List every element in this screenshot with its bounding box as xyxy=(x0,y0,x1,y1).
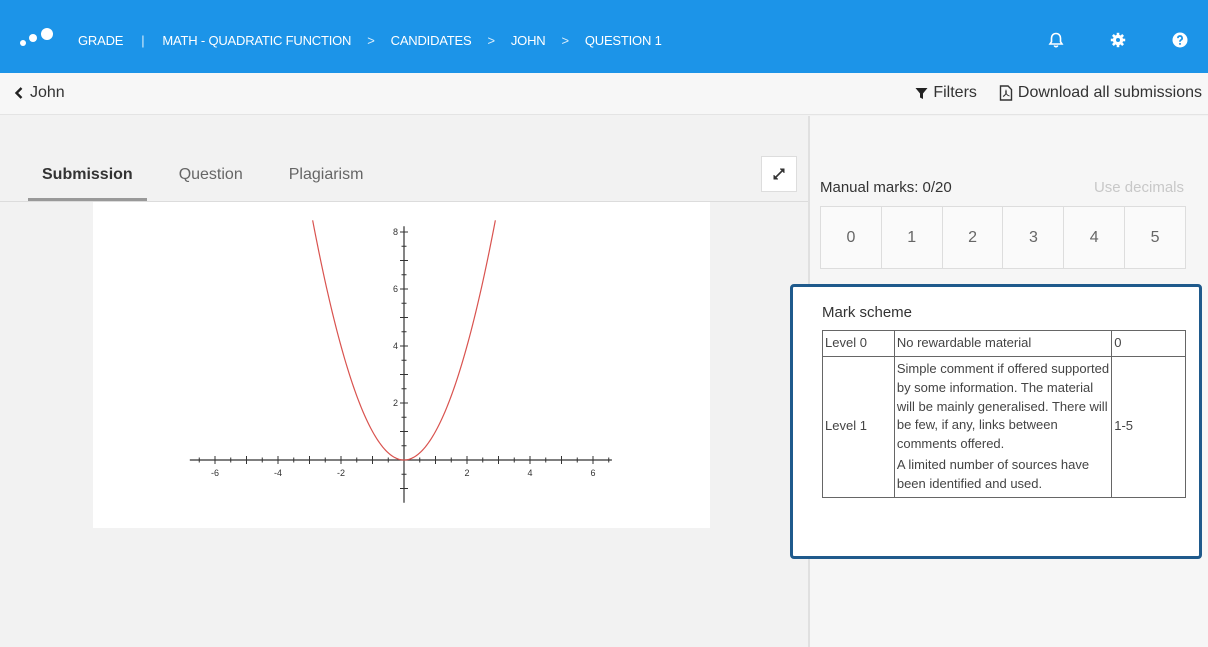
app-logo[interactable] xyxy=(20,28,54,48)
x-tick-label: -2 xyxy=(337,468,345,478)
breadcrumb-chevron-icon: > xyxy=(561,33,569,48)
tab-plagiarism[interactable]: Plagiarism xyxy=(275,160,378,201)
breadcrumb: GRADE | MATH - QUADRATIC FUNCTION > CAND… xyxy=(78,33,662,48)
x-tick-label: -4 xyxy=(274,468,282,478)
back-to-candidate-link[interactable]: John xyxy=(14,84,65,102)
mark-option-1[interactable]: 1 xyxy=(882,207,943,268)
grading-panel: Manual marks: 0/20 Use decimals 0 1 2 3 … xyxy=(790,116,1208,647)
breadcrumb-candidates[interactable]: CANDIDATES xyxy=(391,33,472,48)
bell-icon[interactable] xyxy=(1046,30,1066,50)
breadcrumb-course[interactable]: MATH - QUADRATIC FUNCTION xyxy=(162,33,351,48)
mark-option-5[interactable]: 5 xyxy=(1125,207,1185,268)
breadcrumb-grade[interactable]: GRADE xyxy=(78,33,123,48)
manual-marks-label: Manual marks: 0/20 xyxy=(820,179,952,196)
use-decimals-toggle[interactable]: Use decimals xyxy=(1094,179,1184,196)
download-submissions-button[interactable]: Download all submissions xyxy=(999,84,1202,102)
description-cell: Simple comment if offered supported by s… xyxy=(893,355,1113,498)
expand-button[interactable] xyxy=(761,156,797,192)
candidate-bar: John Filters Download all submissions xyxy=(0,73,1208,115)
marks-range-cell: 0 xyxy=(1111,330,1186,357)
breadcrumb-question[interactable]: QUESTION 1 xyxy=(585,33,662,48)
description-cell: No rewardable material xyxy=(893,330,1113,357)
level-cell: Level 0 xyxy=(822,330,895,357)
mark-option-4[interactable]: 4 xyxy=(1064,207,1126,268)
tab-submission[interactable]: Submission xyxy=(28,160,147,201)
y-tick-label: 8 xyxy=(393,227,398,237)
x-tick-label: -6 xyxy=(211,468,219,478)
breadcrumb-divider: | xyxy=(141,33,145,48)
top-navigation-bar: GRADE | MATH - QUADRATIC FUNCTION > CAND… xyxy=(0,0,1208,73)
x-tick-label: 2 xyxy=(464,468,469,478)
pdf-file-icon xyxy=(999,85,1013,101)
chevron-left-icon xyxy=(14,87,23,99)
y-tick-label: 4 xyxy=(393,341,398,351)
table-row: Level 0 No rewardable material 0 xyxy=(822,330,1186,357)
description-text: No rewardable material xyxy=(896,335,1032,350)
x-tick-label: 6 xyxy=(590,468,595,478)
breadcrumb-chevron-icon: > xyxy=(367,33,375,48)
breadcrumb-candidate[interactable]: JOHN xyxy=(511,33,546,48)
candidate-name: John xyxy=(30,84,65,101)
breadcrumb-chevron-icon: > xyxy=(487,33,495,48)
expand-icon xyxy=(773,168,785,180)
mark-option-3[interactable]: 3 xyxy=(1003,207,1065,268)
tab-question[interactable]: Question xyxy=(165,160,257,201)
x-tick-label: 4 xyxy=(527,468,532,478)
parabola-graph: -6 -4 -2 2 4 6 2 4 6 8 xyxy=(189,220,612,503)
tab-bar: Submission Question Plagiarism xyxy=(28,160,395,201)
description-text: Simple comment if offered supported by s… xyxy=(896,360,1110,452)
description-text: A limited number of sources have been id… xyxy=(896,457,1090,491)
help-icon[interactable] xyxy=(1170,30,1190,50)
mark-scheme-title: Mark scheme xyxy=(822,304,913,321)
mark-scheme-panel: Mark scheme Level 0 No rewardable materi… xyxy=(790,284,1202,559)
mark-option-2[interactable]: 2 xyxy=(943,207,1004,268)
mark-scheme-table: Level 0 No rewardable material 0 Level 1… xyxy=(822,330,1186,498)
mark-option-0[interactable]: 0 xyxy=(821,207,882,268)
filter-icon xyxy=(915,87,928,99)
submission-image: -6 -4 -2 2 4 6 2 4 6 8 xyxy=(93,202,710,528)
y-tick-label: 2 xyxy=(393,398,398,408)
filters-label: Filters xyxy=(933,84,977,101)
marks-selector: 0 1 2 3 4 5 xyxy=(820,206,1186,269)
y-tick-label: 6 xyxy=(393,284,398,294)
level-cell: Level 1 xyxy=(822,355,895,498)
submission-area: Submission Question Plagiarism -6 -4 -2 2 4 6… xyxy=(0,116,808,647)
marks-range-cell: 1-5 xyxy=(1111,355,1186,498)
download-label: Download all submissions xyxy=(1017,84,1202,101)
gear-icon[interactable] xyxy=(1108,30,1128,50)
filters-button[interactable]: Filters xyxy=(915,84,977,102)
table-row: Level 1 Simple comment if offered suppor… xyxy=(822,355,1186,498)
